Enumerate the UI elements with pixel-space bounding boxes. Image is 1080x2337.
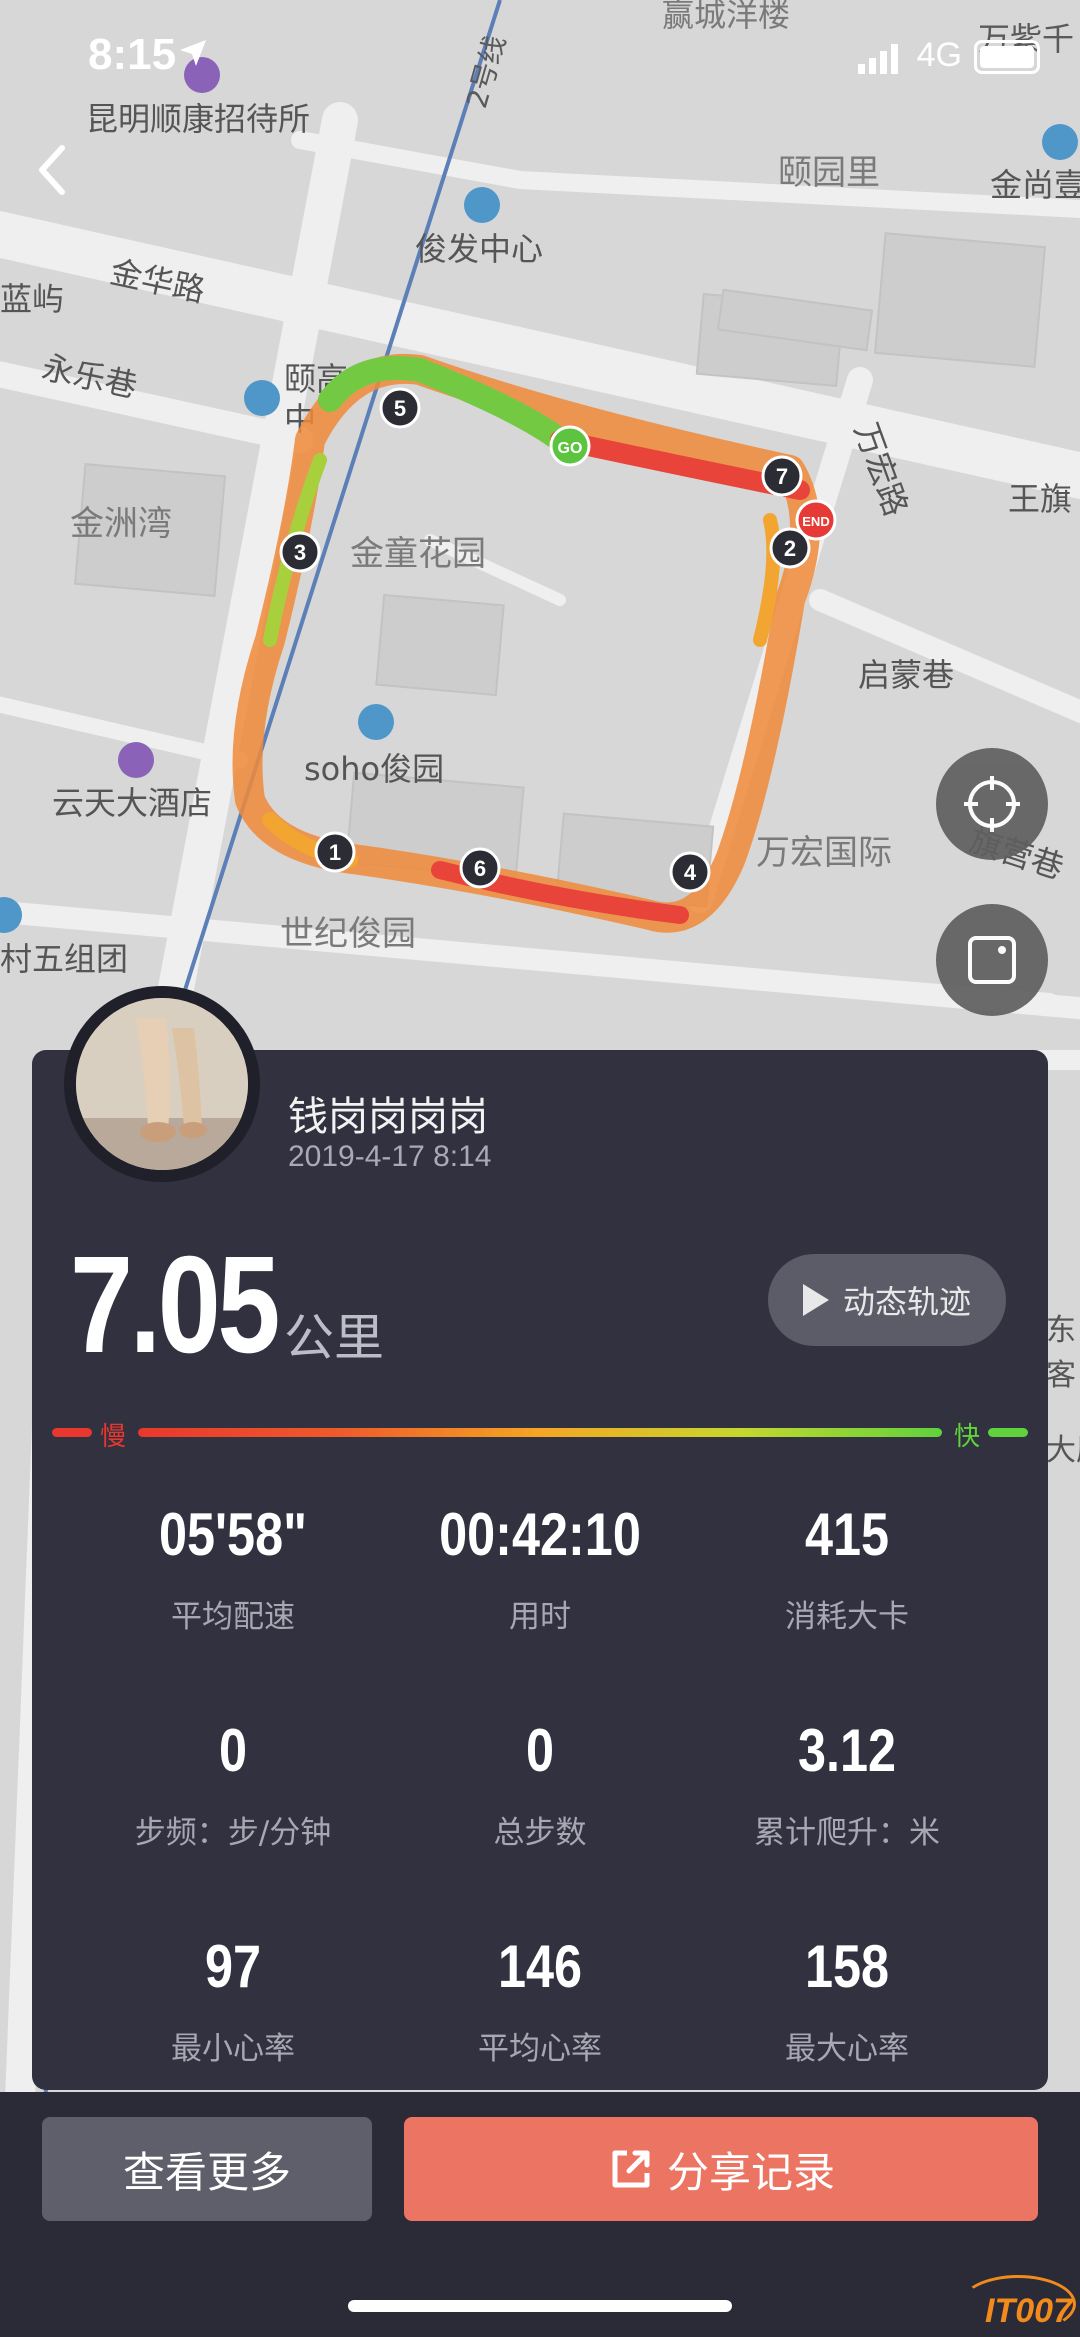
map-label: 金洲湾 bbox=[70, 504, 172, 544]
status-time: 8:15 bbox=[88, 30, 177, 79]
map-label: 蓝屿 bbox=[0, 280, 64, 318]
km-marker-1: 1 bbox=[314, 831, 356, 873]
user-name: 钱岗岗岗岗 bbox=[288, 1094, 488, 1140]
map-label: 金尚壹 bbox=[990, 166, 1080, 204]
stat-value: 415 bbox=[804, 1501, 890, 1568]
view-more-button[interactable]: 查看更多 bbox=[42, 2117, 372, 2221]
map-label: 俊发中心 bbox=[415, 230, 543, 268]
stat-label: 消耗大卡 bbox=[785, 1599, 909, 1635]
svg-text:END: END bbox=[802, 514, 829, 529]
stat-label: 用时 bbox=[509, 1599, 571, 1635]
map-label: 王旗 bbox=[1008, 480, 1072, 518]
view-more-label: 查看更多 bbox=[122, 2147, 291, 2197]
location-arrow-icon bbox=[180, 40, 206, 66]
stat-max-heart-rate: 158 最大心率 bbox=[697, 1932, 997, 2068]
stat-min-heart-rate: 97 最小心率 bbox=[83, 1932, 383, 2068]
home-indicator[interactable] bbox=[348, 2300, 732, 2312]
distance-value: 7.05 bbox=[70, 1228, 280, 1382]
slow-label: 慢 bbox=[100, 1422, 127, 1452]
stat-total-steps: 0 总步数 bbox=[390, 1716, 690, 1852]
stat-value: 00:42:10 bbox=[439, 1501, 641, 1568]
stat-label: 总步数 bbox=[493, 1815, 587, 1851]
stat-value: 97 bbox=[204, 1933, 262, 2000]
stat-label: 最小心率 bbox=[171, 2031, 295, 2067]
map-label: 世纪俊园 bbox=[280, 914, 416, 954]
svg-text:GO: GO bbox=[558, 440, 583, 457]
signal-bars-icon bbox=[858, 44, 898, 74]
battery-icon bbox=[974, 40, 1040, 74]
play-icon bbox=[802, 1284, 829, 1316]
map-label: soho俊园 bbox=[304, 750, 444, 788]
map-label: 云天大酒店 bbox=[52, 784, 212, 822]
back-arrow-icon[interactable] bbox=[28, 140, 78, 200]
map-label: 客 bbox=[1046, 1358, 1076, 1393]
end-marker: END bbox=[795, 499, 837, 541]
km-marker-7: 7 bbox=[761, 455, 803, 497]
map-label: 颐园里 bbox=[778, 153, 880, 193]
km-marker-5: 5 bbox=[379, 387, 421, 429]
stat-label: 最大心率 bbox=[785, 2031, 909, 2067]
km-marker-3: 3 bbox=[279, 531, 321, 573]
svg-text:2: 2 bbox=[784, 536, 796, 561]
svg-text:6: 6 bbox=[474, 856, 486, 881]
avatar[interactable] bbox=[64, 986, 260, 1182]
stat-label: 步频：步/分钟 bbox=[134, 1815, 332, 1851]
stat-calories: 415 消耗大卡 bbox=[697, 1500, 997, 1636]
watermark-logo: IT007 bbox=[985, 2292, 1072, 2330]
stat-label: 平均心率 bbox=[478, 2031, 602, 2067]
share-record-button[interactable]: 分享记录 bbox=[404, 2117, 1038, 2221]
share-label: 分享记录 bbox=[666, 2147, 835, 2197]
locate-button[interactable] bbox=[936, 748, 1048, 860]
stat-value: 3.12 bbox=[797, 1717, 897, 1784]
stat-value: 0 bbox=[218, 1717, 248, 1784]
stat-label: 累计爬升：米 bbox=[754, 1815, 940, 1851]
stat-cadence: 0 步频：步/分钟 bbox=[83, 1716, 383, 1852]
fast-label: 快 bbox=[953, 1422, 980, 1452]
svg-text:4: 4 bbox=[684, 860, 697, 885]
fullscreen-button[interactable] bbox=[936, 904, 1048, 1016]
stat-value: 158 bbox=[804, 1933, 890, 2000]
stat-value: 146 bbox=[497, 1933, 583, 2000]
speed-legend: 慢 快 bbox=[52, 1420, 1028, 1452]
ballet-shoes-photo bbox=[76, 998, 248, 1170]
network-type: 4G bbox=[916, 36, 962, 74]
map-label: 启蒙巷 bbox=[858, 656, 954, 694]
map-label: 东 bbox=[1046, 1313, 1076, 1348]
svg-text:7: 7 bbox=[776, 464, 788, 489]
stat-value: 05'58" bbox=[158, 1501, 307, 1568]
replay-label: 动态轨迹 bbox=[842, 1283, 971, 1321]
replay-track-button[interactable]: 动态轨迹 bbox=[768, 1254, 1006, 1346]
stat-avg-heart-rate: 146 平均心率 bbox=[390, 1932, 690, 2068]
stat-avg-pace: 05'58" 平均配速 bbox=[83, 1500, 383, 1636]
status-bar: 8:15 4G bbox=[0, 0, 1080, 120]
km-marker-4: 4 bbox=[669, 851, 711, 893]
svg-text:5: 5 bbox=[394, 396, 406, 421]
svg-text:3: 3 bbox=[294, 540, 306, 565]
crosshair-icon bbox=[964, 776, 1020, 832]
start-marker: GO bbox=[549, 425, 591, 467]
svg-text:1: 1 bbox=[329, 840, 341, 865]
stat-value: 0 bbox=[525, 1717, 555, 1784]
map-label: 金童花园 bbox=[350, 534, 486, 574]
stat-label: 平均配速 bbox=[171, 1599, 295, 1635]
speed-gradient-bar bbox=[138, 1428, 942, 1437]
map-label: 万宏国际 bbox=[756, 833, 892, 873]
map-label: 村五组团 bbox=[0, 940, 128, 978]
run-date: 2019-4-17 8:14 bbox=[288, 1140, 492, 1173]
stat-elevation-gain: 3.12 累计爬升：米 bbox=[697, 1716, 997, 1852]
distance-unit: 公里 bbox=[284, 1309, 384, 1367]
map-label: 大厦 bbox=[1046, 1433, 1080, 1468]
km-marker-6: 6 bbox=[459, 847, 501, 889]
square-frame-icon bbox=[968, 936, 1016, 984]
stat-duration: 00:42:10 用时 bbox=[390, 1500, 690, 1636]
share-icon bbox=[612, 2150, 650, 2188]
